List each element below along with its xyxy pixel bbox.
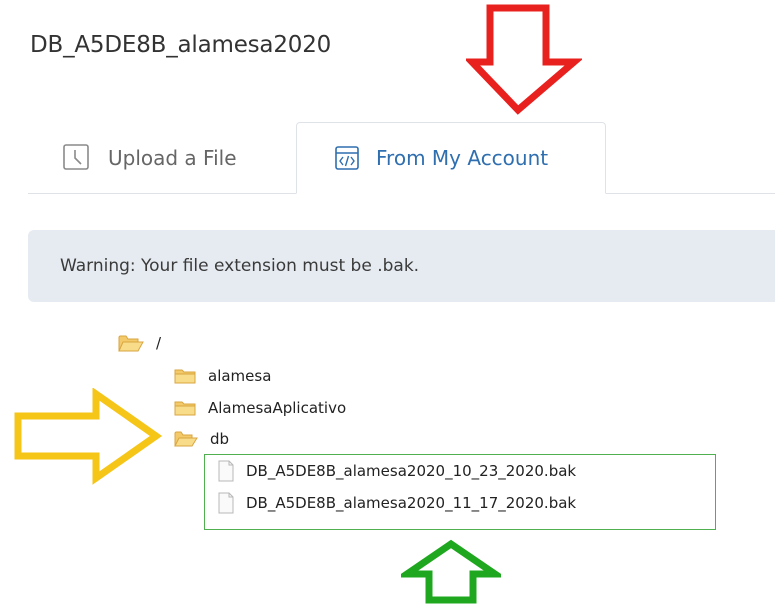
red-annotation-arrow: [466, 4, 582, 115]
code-window-icon: [334, 145, 360, 171]
tab-upload-a-file[interactable]: Upload a File: [62, 122, 237, 194]
tree-file-label: DB_A5DE8B_alamesa2020_10_23_2020.bak: [246, 462, 577, 480]
folder-open-icon: [174, 430, 198, 448]
tab-from-my-account[interactable]: From My Account: [296, 122, 606, 194]
folder-icon: [174, 399, 196, 417]
tree-folder-db[interactable]: db: [174, 430, 229, 448]
folder-open-icon: [118, 333, 144, 353]
yellow-annotation-arrow: [14, 388, 163, 485]
warning-text: Warning: Your file extension must be .ba…: [60, 256, 420, 276]
tree-file-1[interactable]: DB_A5DE8B_alamesa2020_10_23_2020.bak: [218, 460, 576, 482]
tree-folder-label: db: [210, 430, 230, 448]
tree-root[interactable]: /: [118, 333, 161, 353]
tree-file-2[interactable]: DB_A5DE8B_alamesa2020_11_17_2020.bak: [218, 492, 576, 514]
file-icon: [218, 492, 234, 514]
tree-folder-label: AlamesaAplicativo: [208, 399, 347, 417]
file-icon: [218, 460, 234, 482]
green-annotation-arrow: [401, 539, 501, 604]
tree-root-label: /: [156, 334, 162, 352]
tree-folder-alamesa[interactable]: alamesa: [174, 367, 271, 385]
tree-folder-label: alamesa: [208, 367, 272, 385]
page-title: DB_A5DE8B_alamesa2020: [30, 32, 332, 58]
tree-folder-alamesaaplicativo[interactable]: AlamesaAplicativo: [174, 399, 346, 417]
tab-account-label: From My Account: [376, 146, 549, 170]
tree-file-label: DB_A5DE8B_alamesa2020_11_17_2020.bak: [246, 494, 577, 512]
warning-alert: Warning: Your file extension must be .ba…: [28, 230, 775, 302]
clock-icon: [62, 143, 92, 173]
tab-upload-label: Upload a File: [108, 146, 237, 170]
folder-icon: [174, 367, 196, 385]
